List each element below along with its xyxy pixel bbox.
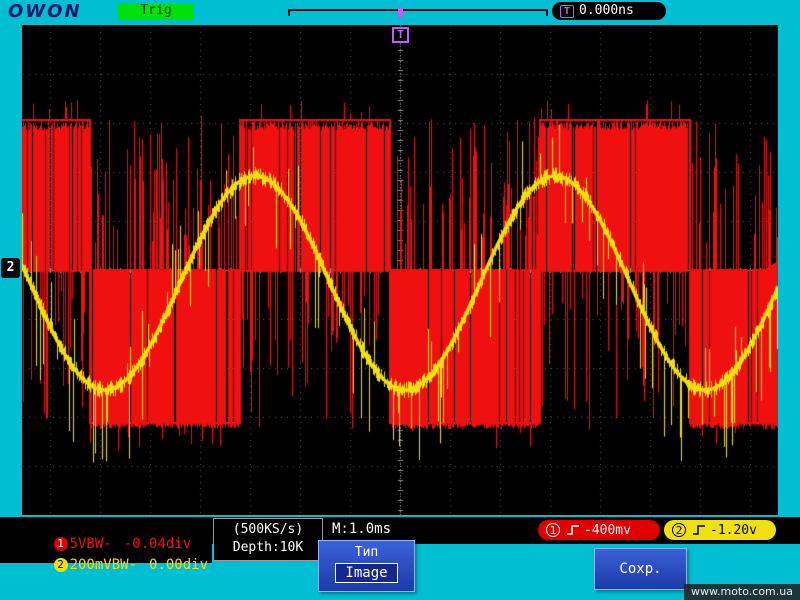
rising-edge-icon	[566, 524, 580, 536]
sample-rate: (500KS/s)	[214, 521, 322, 539]
channel2-scale: 200mVBW-	[70, 557, 137, 573]
memory-depth: Depth:10K	[214, 539, 322, 557]
menu-type-label: Тип	[319, 545, 414, 560]
trigger-time-badge: T 0.000ns	[552, 2, 666, 20]
ch1-trigger-number-badge: 1	[546, 523, 560, 537]
trigger-status-badge: Trig	[118, 3, 194, 20]
watermark: www.moto.com.ua	[684, 584, 800, 600]
channel-info-block: 15VBW--0.04div 2200mVBW-0.00div	[0, 517, 212, 563]
ch1-trigger-level-badge: 1 -400mv	[538, 520, 660, 540]
rising-edge-icon	[692, 524, 706, 536]
timebase-readout: M:1.0ms	[332, 521, 391, 537]
oscilloscope-ui: OWON Trig T 0.000ns T 2 15VBW--0.04div 22…	[0, 0, 800, 600]
acquisition-box: (500KS/s) Depth:10K	[213, 518, 323, 561]
owon-logo: OWON	[8, 1, 82, 22]
channel2-readout: 2200mVBW- 0.00div	[3, 541, 208, 589]
trigger-level-arrow-icon[interactable]	[766, 261, 778, 277]
waveform-display: T	[22, 25, 778, 515]
trigger-position-marker[interactable]: T	[392, 27, 409, 43]
save-button[interactable]: Сохр.	[594, 548, 687, 590]
ch2-trigger-number-badge: 2	[672, 523, 686, 537]
memory-window-bar	[288, 9, 548, 17]
trigger-time-value: 0.000ns	[579, 3, 634, 18]
trigger-t-icon: T	[560, 5, 574, 18]
ch1-trigger-level-value: -400mv	[584, 523, 631, 538]
memory-trigger-tick	[398, 8, 403, 17]
menu-selected-value[interactable]: Image	[335, 563, 397, 583]
memory-bar-tick-left	[288, 9, 290, 16]
menu-popup: Тип Image	[318, 540, 415, 592]
waveform-canvas	[22, 25, 778, 515]
memory-bar-tick-right	[546, 9, 548, 16]
channel2-number-badge: 2	[54, 558, 68, 572]
channel2-offset: 0.00div	[149, 557, 208, 573]
ch2-trigger-level-badge: 2 -1.20v	[664, 520, 776, 540]
channel2-position-marker[interactable]: 2	[1, 258, 20, 278]
ch2-trigger-level-value: -1.20v	[710, 523, 757, 538]
